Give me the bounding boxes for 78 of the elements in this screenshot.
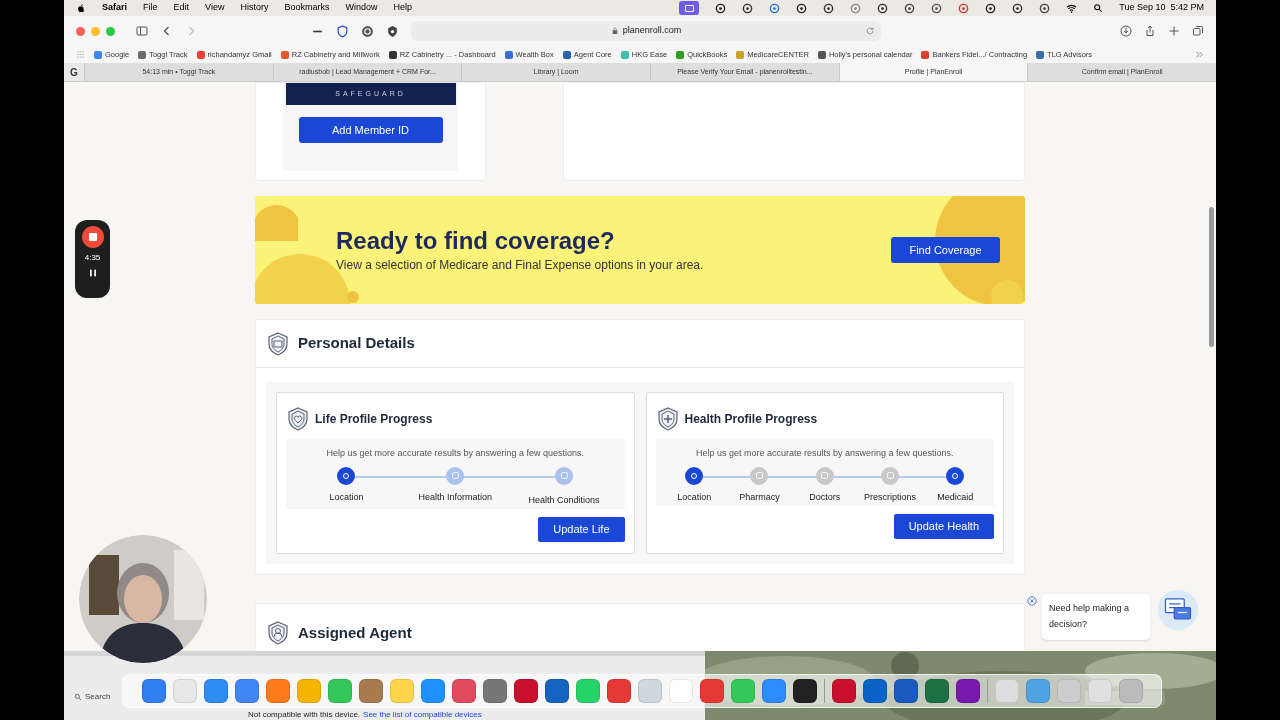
recording-time: 4:35 — [84, 252, 101, 264]
pinned-tab[interactable]: G — [64, 63, 84, 81]
dock-app-icon[interactable] — [513, 679, 538, 703]
stop-recording-button[interactable] — [81, 226, 104, 248]
dock-app-icon[interactable] — [482, 679, 507, 703]
menu-item[interactable]: File — [143, 1, 158, 15]
scrollbar-thumb[interactable] — [1209, 207, 1214, 347]
banner-title: Ready to find coverage? — [336, 226, 616, 256]
banner-subtitle: View a selection of Medicare and Final Expense options in your area. — [336, 257, 704, 274]
search-icon — [74, 693, 82, 701]
section-title: Assigned Agent — [298, 622, 412, 643]
grammar-extension-icon[interactable] — [361, 24, 374, 38]
tab-overview-icon[interactable] — [1192, 25, 1204, 37]
download-icon[interactable] — [1120, 25, 1132, 37]
reload-icon[interactable] — [865, 26, 875, 36]
menu-item[interactable]: Window — [345, 1, 378, 15]
step-label: Pharmacy — [739, 490, 780, 504]
search-icon[interactable] — [1093, 3, 1104, 13]
menu-bar-clock: Tue Sep 10 5:42 PM — [1119, 1, 1204, 15]
update-health-button[interactable]: Update Health — [893, 514, 994, 539]
status-bar-icon[interactable] — [796, 2, 808, 14]
section-title: Personal Details — [298, 333, 415, 354]
shield-icon[interactable] — [386, 24, 399, 38]
person-shield-icon — [266, 621, 290, 645]
card-title: Life Profile Progress — [315, 411, 433, 428]
status-bar-icon[interactable] — [1012, 2, 1024, 14]
menu-item[interactable]: History — [240, 1, 269, 15]
heart-shield-icon — [286, 407, 310, 431]
search-field-label: Search — [85, 691, 111, 703]
dock-app-icon[interactable] — [955, 679, 980, 703]
status-bar-icon[interactable] — [715, 2, 727, 14]
card-title: Health Profile Progress — [684, 411, 818, 428]
close-window-icon[interactable] — [76, 26, 85, 36]
status-bar-icon[interactable] — [904, 2, 916, 14]
update-life-button[interactable]: Update Life — [538, 517, 625, 542]
cross-shield-icon — [655, 407, 680, 431]
sidebar-icon[interactable] — [135, 25, 149, 37]
apple-logo-icon[interactable] — [76, 3, 86, 13]
status-bar-icon[interactable] — [1039, 2, 1051, 14]
status-bar-icon[interactable] — [877, 2, 889, 14]
menu-item[interactable]: Help — [393, 1, 412, 15]
new-tab-icon[interactable] — [1168, 25, 1180, 37]
address-bar[interactable]: planenroll.com — [411, 21, 881, 41]
chat-prompt: Need help making a decision? — [1042, 594, 1150, 640]
compatible-devices-link[interactable]: See the list of compatible devices — [363, 710, 482, 719]
step-label: Doctors — [809, 490, 841, 504]
status-bar-icon[interactable] — [742, 2, 754, 14]
dock-app-icon[interactable] — [544, 679, 569, 703]
chat-button[interactable] — [1158, 590, 1198, 630]
address-text: planenroll.com — [622, 24, 682, 38]
wifi-icon[interactable] — [1066, 2, 1078, 14]
pause-icon[interactable] — [87, 268, 98, 278]
step-label: Health Information — [418, 490, 492, 504]
step-label: Medicaid — [937, 490, 974, 504]
lock-icon — [610, 27, 619, 35]
menu-item[interactable]: Edit — [173, 1, 190, 15]
step-label: Location — [677, 490, 712, 504]
close-icon[interactable] — [1027, 596, 1037, 606]
step-label: Location — [329, 490, 364, 504]
share-icon[interactable] — [1144, 25, 1156, 37]
menu-app-name[interactable]: Safari — [102, 1, 127, 15]
id-card-shield-icon — [266, 331, 290, 356]
menu-item[interactable]: View — [205, 1, 225, 15]
shield-icon[interactable] — [336, 24, 349, 38]
status-bar-icon[interactable] — [931, 2, 943, 14]
step-label: Prescriptions — [864, 490, 917, 504]
find-coverage-button[interactable]: Find Coverage — [891, 237, 1000, 263]
decorative-dot — [347, 291, 359, 303]
step-label: Health Conditions — [528, 493, 600, 507]
menu-item[interactable]: Bookmarks — [284, 1, 330, 15]
add-member-id-button[interactable]: Add Member ID — [298, 117, 443, 143]
status-bar-icon[interactable] — [985, 2, 997, 14]
helper-text: Help us get more accurate results by answering a few questions. — [695, 447, 954, 460]
dock-app-icon[interactable] — [792, 679, 817, 703]
notice-text: Not compatible with this device. — [248, 710, 361, 719]
screen-share-icon[interactable] — [679, 1, 700, 15]
helper-text: Help us get more accurate results by answering a few questions. — [326, 447, 585, 460]
status-bar-icon[interactable] — [823, 2, 835, 14]
